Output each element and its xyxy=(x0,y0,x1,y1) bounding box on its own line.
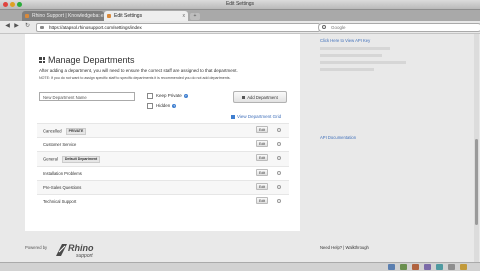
search-placeholder: Google xyxy=(331,25,346,30)
department-row: General Default Department Edit xyxy=(37,151,289,166)
view-api-key-link[interactable]: Click Here to View API Key xyxy=(320,38,370,43)
search-input[interactable]: Google xyxy=(318,23,480,32)
sidebar-text-line xyxy=(320,68,374,71)
page-title: Manage Departments xyxy=(48,55,135,65)
edit-button[interactable]: Edit xyxy=(256,182,268,190)
keep-private-checkbox[interactable] xyxy=(147,93,153,99)
department-name: Technical Support xyxy=(43,198,77,204)
tab-strip: Rhino Support | Knowledgebase x Edit Set… xyxy=(0,10,480,21)
departments-grid-icon xyxy=(39,57,45,63)
lock-icon xyxy=(40,26,44,29)
gear-icon[interactable] xyxy=(277,142,281,147)
tab-label: Edit Settings xyxy=(114,13,143,19)
department-name: Pre-Sales Questions xyxy=(43,184,82,190)
address-bar[interactable]: https://atapsol.rhinosupport.com/setting… xyxy=(36,23,320,32)
gear-icon[interactable] xyxy=(277,170,281,175)
department-row: Pre-Sales Questions Edit xyxy=(37,179,289,194)
new-tab-button[interactable]: + xyxy=(190,13,200,20)
api-documentation-link[interactable]: API Documentation xyxy=(320,135,356,140)
add-department-label: Add Department xyxy=(247,95,278,100)
status-badge: PRIVATE xyxy=(65,128,87,135)
departments-list: Cancelled PRIVATE Edit Customer Service E… xyxy=(37,123,289,208)
logo-subtext: support xyxy=(76,253,93,258)
edit-button[interactable]: Edit xyxy=(256,140,268,148)
keep-private-option[interactable]: Keep Private? xyxy=(147,93,188,99)
departments-panel: Manage Departments After adding a depart… xyxy=(25,34,300,231)
page-note: NOTE: If you do not want to assign speci… xyxy=(39,76,231,80)
department-name: Customer Service xyxy=(43,142,77,148)
browser-toolbar: ◀ ▶ ↻ https://atapsol.rhinosupport.com/s… xyxy=(0,21,480,34)
keep-private-label: Keep Private xyxy=(156,93,182,99)
page-description: After adding a department, you will need… xyxy=(39,68,238,73)
department-name: Cancelled xyxy=(43,128,62,134)
gear-icon[interactable] xyxy=(277,156,281,161)
page-viewport: Manage Departments After adding a depart… xyxy=(0,34,480,270)
hidden-label: Hidden xyxy=(156,103,171,109)
sidebar-text-line xyxy=(320,61,406,64)
view-department-grid-link[interactable]: View Department Grid xyxy=(231,114,281,119)
gear-icon[interactable] xyxy=(277,128,281,132)
app-icon[interactable] xyxy=(412,264,419,270)
window-titlebar: Edit Settings xyxy=(0,0,480,10)
department-row: Cancelled PRIVATE Edit xyxy=(37,123,289,138)
app-icon[interactable] xyxy=(460,264,467,270)
edit-button[interactable]: Edit xyxy=(256,154,268,162)
forward-arrow-icon[interactable]: ▶ xyxy=(13,23,20,30)
new-department-name-input[interactable]: New Department Name xyxy=(39,92,135,101)
close-icon[interactable]: x xyxy=(183,11,186,21)
address-url: https://atapsol.rhinosupport.com/setting… xyxy=(49,25,142,30)
gear-icon[interactable] xyxy=(277,184,281,189)
hidden-checkbox[interactable] xyxy=(147,103,153,109)
sidebar-text-line xyxy=(320,54,382,57)
reload-icon[interactable]: ↻ xyxy=(24,23,31,30)
tab-edit-settings[interactable]: Edit Settings x xyxy=(104,11,188,21)
tab-knowledgebase[interactable]: Rhino Support | Knowledgebase x xyxy=(22,11,104,21)
grid-icon xyxy=(231,114,235,119)
search-icon xyxy=(322,25,326,29)
sidebar-text-line xyxy=(320,47,390,50)
window-title: Edit Settings xyxy=(225,1,255,7)
department-row: Installation Problems Edit xyxy=(37,165,289,180)
favicon-icon xyxy=(25,14,29,18)
favicon-icon xyxy=(107,14,111,18)
add-department-button[interactable]: Add Department xyxy=(233,91,287,103)
powered-by-label: Powered by xyxy=(25,245,48,250)
status-badge: Default Department xyxy=(61,156,101,164)
view-all-label: View Department Grid xyxy=(237,114,282,119)
rhino-support-logo[interactable]: Rhino support xyxy=(55,242,113,258)
tab-label: Rhino Support | Knowledgebase xyxy=(32,13,104,19)
gear-icon[interactable] xyxy=(277,198,281,203)
app-icon[interactable] xyxy=(388,264,395,270)
help-icon[interactable]: ? xyxy=(172,104,177,108)
edit-button[interactable]: Edit xyxy=(256,168,268,176)
department-row: Customer Service Edit xyxy=(37,137,289,151)
department-name: Installation Problems xyxy=(43,170,82,176)
app-icon[interactable] xyxy=(424,264,431,270)
department-name: General xyxy=(43,156,58,162)
logo-wordmark: Rhino xyxy=(68,243,94,253)
department-row: Technical Support Edit xyxy=(37,193,289,208)
help-icon[interactable]: ? xyxy=(183,94,188,98)
edit-button[interactable]: Edit xyxy=(256,126,268,133)
app-icon[interactable] xyxy=(400,264,407,270)
add-icon xyxy=(242,96,246,100)
back-arrow-icon[interactable]: ◀ xyxy=(4,23,11,30)
scrollbar-thumb[interactable] xyxy=(475,139,478,225)
hidden-option[interactable]: Hidden? xyxy=(147,103,177,109)
need-help-links[interactable]: Need Help? | Walkthrough xyxy=(320,245,369,250)
app-icon[interactable] xyxy=(448,264,455,270)
edit-button[interactable]: Edit xyxy=(256,196,268,204)
close-icon[interactable]: x xyxy=(99,11,102,21)
app-icon[interactable] xyxy=(436,264,443,270)
